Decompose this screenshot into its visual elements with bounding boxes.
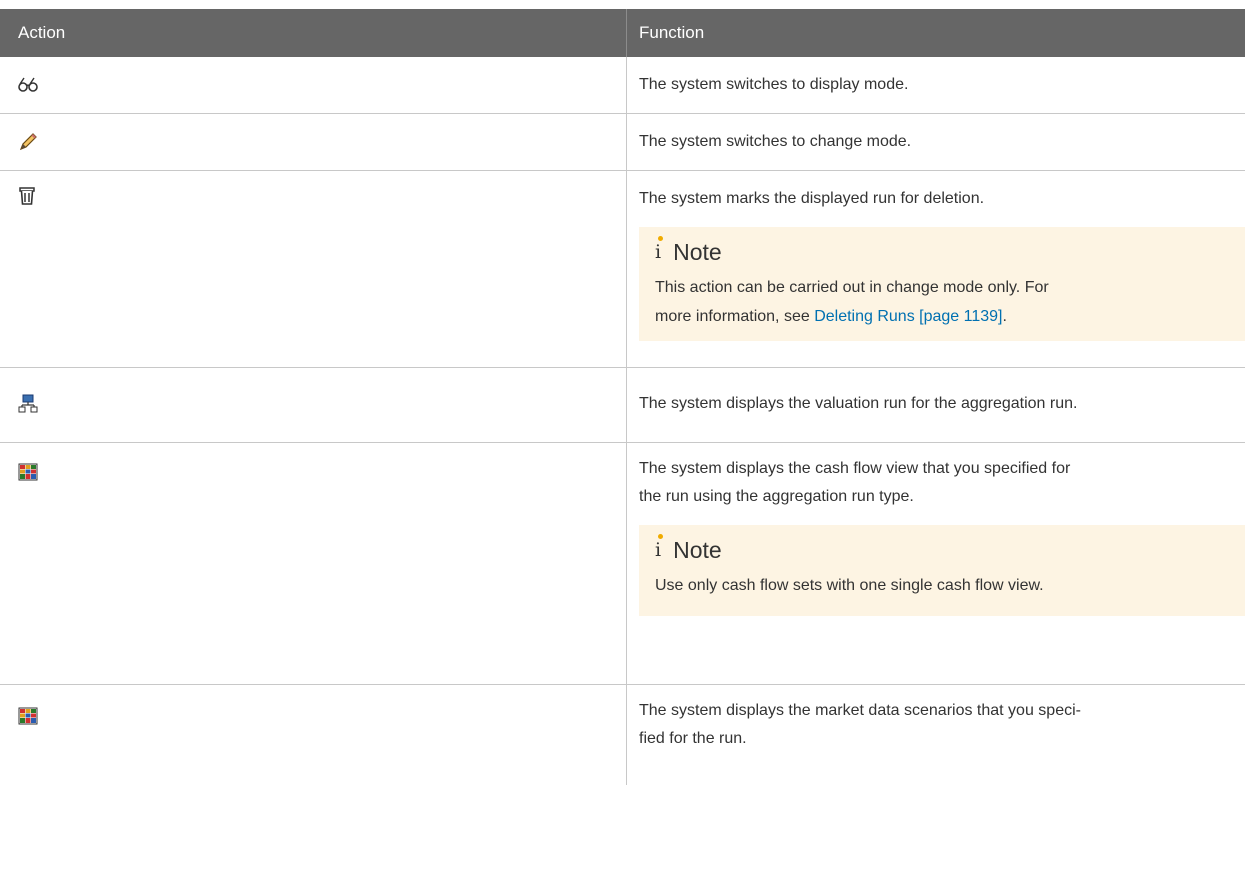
table-grid-icon [18, 707, 38, 730]
glasses-icon [18, 77, 40, 98]
note-body: This action can be carried out in change… [655, 279, 1049, 325]
table-grid-icon [18, 463, 38, 486]
actions-table: Action Function The system switches to d… [0, 9, 1245, 785]
function-text: The system switches to display mode. [639, 76, 909, 93]
table-row: The system switches to change mode. [0, 114, 1245, 171]
table-row: The system marks the displayed run for d… [0, 171, 1245, 368]
header-function: Function [639, 23, 705, 42]
note-title: Note [673, 239, 722, 265]
note-box: i Note This action can be carried out in… [639, 227, 1245, 341]
function-text: The system displays the market data scen… [639, 702, 1081, 747]
table-row: The system displays the valuation run fo… [0, 368, 1245, 443]
function-text: The system displays the cash flow view t… [639, 460, 1071, 505]
function-text: The system switches to change mode. [639, 133, 912, 150]
function-text: The system displays the valuation run fo… [639, 395, 1078, 412]
note-body: Use only cash flow sets with one single … [655, 577, 1044, 594]
function-text: The system marks the displayed run for d… [639, 190, 985, 207]
info-icon: i [655, 533, 664, 567]
pencil-icon [18, 132, 38, 157]
note-title: Note [673, 537, 722, 563]
note-box: i Note Use only cash flow sets with one … [639, 525, 1245, 616]
info-icon: i [655, 235, 664, 269]
deleting-runs-link[interactable]: Deleting Runs [page 1139] [814, 308, 1002, 325]
trash-icon [18, 186, 36, 211]
table-header: Action Function [0, 9, 1245, 57]
header-action: Action [0, 9, 627, 57]
table-row: The system switches to display mode. [0, 57, 1245, 114]
hierarchy-icon [18, 394, 38, 419]
table-row: The system displays the cash flow view t… [0, 443, 1245, 685]
table-row: The system displays the market data scen… [0, 685, 1245, 785]
